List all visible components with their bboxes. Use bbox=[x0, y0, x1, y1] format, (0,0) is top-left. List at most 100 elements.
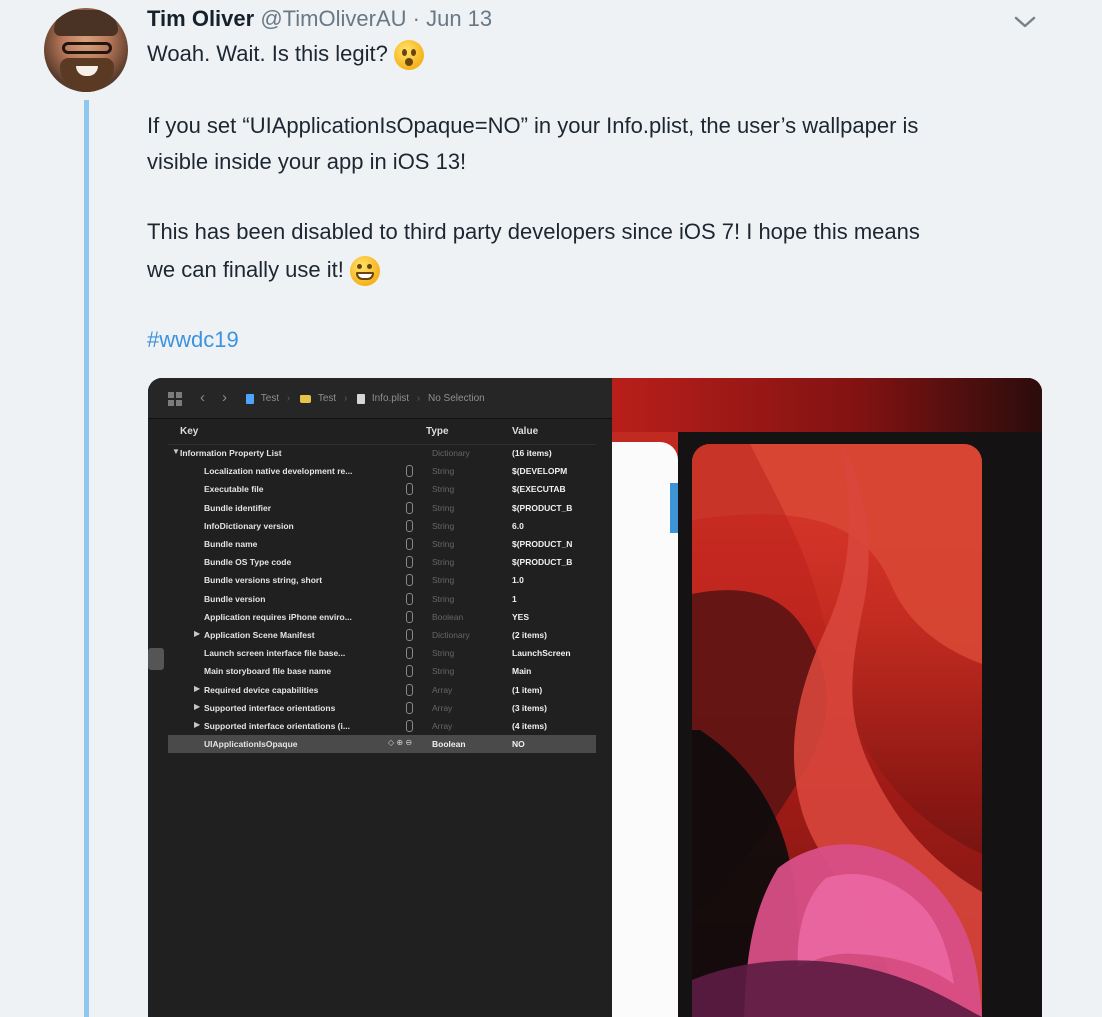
stepper-icon[interactable] bbox=[406, 720, 413, 732]
type-column-header[interactable]: Type bbox=[426, 426, 449, 437]
stepper-icon[interactable] bbox=[406, 519, 413, 532]
plist-type: String bbox=[432, 593, 455, 604]
plist-value[interactable]: $(DEVELOPM bbox=[512, 466, 567, 476]
plist-row[interactable]: Application requires iPhone enviro... Boo… bbox=[168, 608, 596, 626]
plist-key[interactable]: Supported interface orientations (i... bbox=[204, 721, 350, 731]
disclosure-collapsed-icon[interactable]: ▶ bbox=[194, 720, 204, 729]
stepper-icon[interactable] bbox=[406, 574, 413, 587]
plist-row[interactable]: Bundle identifier String $(PRODUCT_B bbox=[168, 499, 596, 517]
plist-value[interactable]: $(PRODUCT_N bbox=[512, 539, 572, 549]
plist-value[interactable]: LaunchScreen bbox=[512, 648, 571, 658]
key-column-header[interactable]: Key bbox=[180, 426, 198, 437]
plist-row[interactable]: Executable file String $(EXECUTAB bbox=[168, 480, 596, 498]
grid-icon[interactable] bbox=[168, 392, 182, 406]
plist-key[interactable]: Bundle identifier bbox=[204, 503, 271, 513]
tweet-text-line-2-text: If you set “UIApplicationIsOpaque=NO” in… bbox=[147, 113, 919, 138]
tweet-media[interactable]: ‹ › Test › Test › Info.plist › No Select… bbox=[148, 378, 1042, 1017]
breadcrumb-folder[interactable]: Test bbox=[318, 393, 336, 404]
plist-row[interactable]: ▼ Information Property List Dictionary (16 … bbox=[168, 444, 596, 462]
stepper-icon[interactable] bbox=[406, 683, 413, 696]
plist-row[interactable]: ▶ Application Scene Manifest Dictionary (2 … bbox=[168, 626, 596, 644]
disclosure-collapsed-icon[interactable]: ▶ bbox=[194, 629, 204, 638]
scrollbar[interactable] bbox=[148, 648, 164, 670]
plist-key[interactable]: UIApplicationIsOpaque bbox=[204, 739, 298, 749]
plist-value[interactable]: 1.0 bbox=[512, 575, 524, 585]
forward-icon[interactable]: › bbox=[222, 389, 227, 406]
breadcrumb-file[interactable]: Info.plist bbox=[372, 393, 409, 404]
file-icon bbox=[357, 393, 366, 404]
plist-row[interactable]: Bundle OS Type code String $(PRODUCT_B bbox=[168, 553, 596, 571]
plist-key[interactable]: InfoDictionary version bbox=[204, 521, 294, 531]
plist-row[interactable]: InfoDictionary version String 6.0 bbox=[168, 517, 596, 535]
plist-key[interactable]: Application Scene Manifest bbox=[204, 630, 315, 640]
plist-value[interactable]: (16 items) bbox=[512, 448, 552, 458]
stepper-icon[interactable] bbox=[406, 538, 413, 550]
plist-value[interactable]: 1 bbox=[512, 594, 517, 604]
plist-value[interactable]: Main bbox=[512, 666, 531, 676]
stepper-icon[interactable] bbox=[406, 610, 413, 623]
stepper-icon[interactable] bbox=[406, 665, 413, 678]
plist-row[interactable]: ▶ Supported interface orientations Array (3… bbox=[168, 699, 596, 717]
stepper-icon[interactable] bbox=[406, 465, 413, 478]
plist-value[interactable]: (4 items) bbox=[512, 721, 547, 731]
disclosure-collapsed-icon[interactable]: ▶ bbox=[194, 684, 204, 693]
plist-value[interactable]: $(EXECUTAB bbox=[512, 484, 566, 494]
plist-row[interactable]: Bundle version String 1 bbox=[168, 590, 596, 608]
plist-type[interactable]: Boolean bbox=[432, 739, 466, 749]
breadcrumb-project[interactable]: Test bbox=[261, 393, 279, 404]
meta-separator: · bbox=[412, 6, 420, 31]
plist-key[interactable]: Bundle version bbox=[204, 594, 265, 604]
row-controls[interactable]: ◇ ⊕ ⊖ bbox=[388, 738, 412, 747]
stepper-icon[interactable] bbox=[406, 592, 413, 605]
plist-value[interactable]: (1 item) bbox=[512, 685, 542, 695]
wallpaper-preview bbox=[612, 378, 1042, 1017]
plist-row[interactable]: Main storyboard file base name String Main bbox=[168, 662, 596, 680]
value-column-header[interactable]: Value bbox=[512, 426, 538, 437]
plist-row[interactable]: Launch screen interface file base... Stri… bbox=[168, 644, 596, 662]
plist-row[interactable]: Bundle versions string, short String 1.0 bbox=[168, 571, 596, 589]
plist-value[interactable]: $(PRODUCT_B bbox=[512, 557, 572, 567]
plist-value[interactable]: (2 items) bbox=[512, 630, 547, 640]
plist-value[interactable]: 6.0 bbox=[512, 521, 524, 531]
stepper-icon[interactable] bbox=[406, 483, 413, 496]
author-handle[interactable]: @TimOliverAU bbox=[260, 6, 406, 31]
plist-value[interactable]: (3 items) bbox=[512, 703, 547, 713]
plist-key[interactable]: Application requires iPhone enviro... bbox=[204, 612, 352, 622]
plist-key[interactable]: Main storyboard file base name bbox=[204, 666, 331, 676]
plist-row[interactable]: ▶ Supported interface orientations (i... A… bbox=[168, 717, 596, 735]
stepper-icon[interactable] bbox=[406, 501, 413, 514]
tweet-text-line-1: Woah. Wait. Is this legit? bbox=[147, 36, 424, 72]
plist-key[interactable]: Required device capabilities bbox=[204, 685, 318, 695]
hashtag-link[interactable]: #wwdc19 bbox=[147, 322, 239, 358]
plist-key[interactable]: Bundle versions string, short bbox=[204, 575, 322, 585]
stepper-icon[interactable]: ◇ bbox=[388, 738, 394, 747]
plist-value[interactable]: NO bbox=[512, 739, 525, 749]
plist-key[interactable]: Executable file bbox=[204, 484, 264, 494]
plist-key[interactable]: Bundle OS Type code bbox=[204, 557, 291, 567]
plist-key[interactable]: Supported interface orientations bbox=[204, 703, 335, 713]
stepper-icon[interactable] bbox=[406, 701, 413, 714]
disclosure-collapsed-icon[interactable]: ▶ bbox=[194, 702, 204, 711]
stepper-icon[interactable] bbox=[406, 647, 413, 660]
remove-icon[interactable]: ⊖ bbox=[405, 738, 412, 747]
add-icon[interactable]: ⊕ bbox=[396, 738, 403, 747]
tweet-date[interactable]: Jun 13 bbox=[426, 6, 492, 31]
stepper-icon[interactable] bbox=[406, 556, 413, 569]
plist-row[interactable]: ▶ Required device capabilities Array (1 ite… bbox=[168, 681, 596, 699]
plist-value[interactable]: YES bbox=[512, 612, 529, 622]
chevron-down-icon[interactable] bbox=[1012, 12, 1038, 32]
author-name[interactable]: Tim Oliver bbox=[147, 6, 254, 31]
plist-key[interactable]: Information Property List bbox=[180, 448, 282, 458]
plist-key[interactable]: Bundle name bbox=[204, 539, 257, 549]
plist-key[interactable]: Launch screen interface file base... bbox=[204, 648, 345, 658]
back-icon[interactable]: ‹ bbox=[200, 389, 205, 406]
avatar[interactable] bbox=[44, 8, 128, 92]
plist-row[interactable]: Bundle name String $(PRODUCT_N bbox=[168, 535, 596, 553]
plist-type: String bbox=[432, 539, 455, 549]
plist-value[interactable]: $(PRODUCT_B bbox=[512, 503, 572, 513]
stepper-icon[interactable] bbox=[406, 629, 413, 641]
plist-type: String bbox=[432, 648, 455, 659]
plist-row[interactable]: UIApplicationIsOpaque ◇ ⊕ ⊖ Boolean NO bbox=[168, 735, 596, 754]
plist-row[interactable]: Localization native development re... Str… bbox=[168, 462, 596, 480]
plist-key[interactable]: Localization native development re... bbox=[204, 466, 352, 476]
